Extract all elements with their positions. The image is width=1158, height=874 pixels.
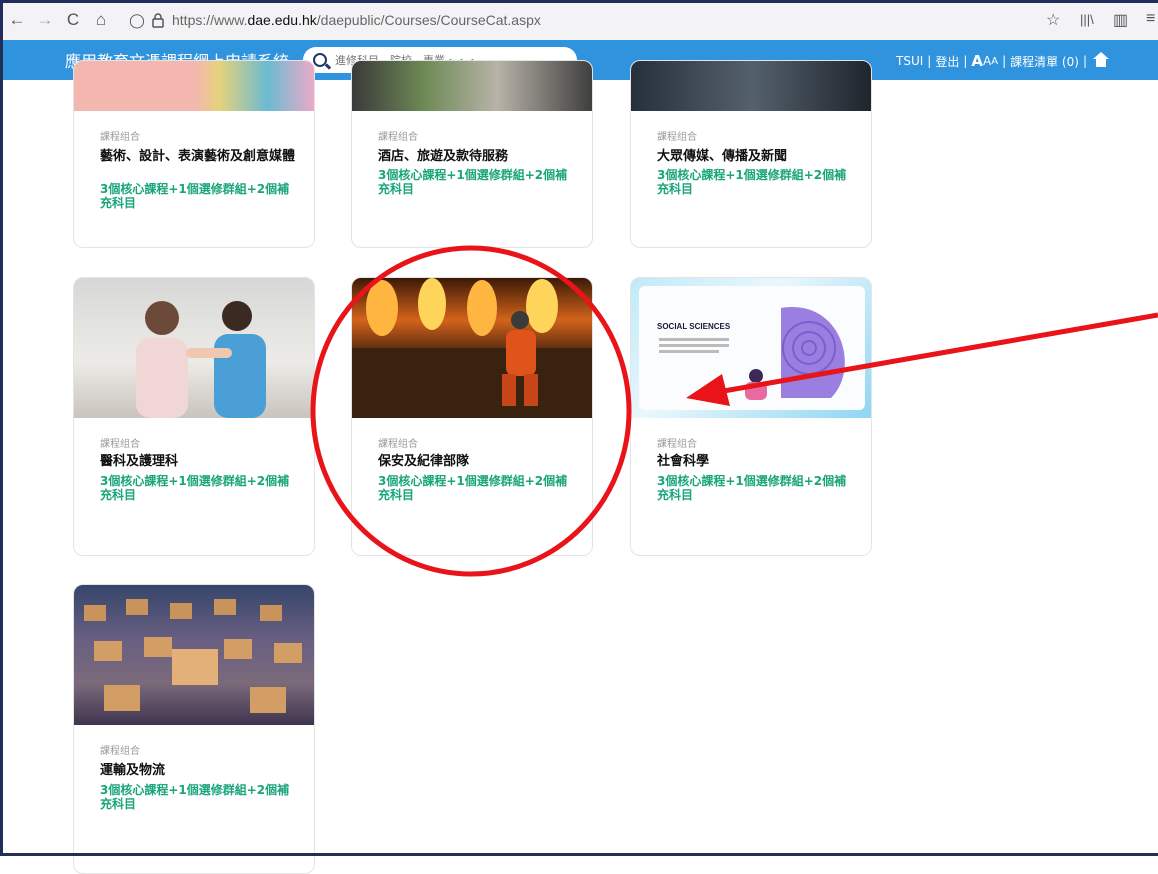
card-title[interactable]: 酒店、旅遊及款待服務: [378, 150, 578, 164]
course-list-link[interactable]: 課程清單 (0): [1010, 53, 1079, 70]
card-subtitle: 3個核心課程+1個選修群組+2個補充科目: [100, 783, 290, 811]
card-title[interactable]: 藝術、設計、表演藝術及創意媒體: [100, 150, 300, 164]
course-card-logistics[interactable]: 課程组合 運輸及物流 3個核心課程+1個選修群組+2個補充科目: [73, 584, 315, 874]
card-category: 課程组合: [378, 132, 418, 143]
user-name: TSUI: [896, 54, 924, 68]
course-card-media[interactable]: 課程组合 大眾傳媒、傳播及新聞 3個核心課程+1個選修群組+2個補充科目: [630, 60, 872, 248]
card-title[interactable]: 運輸及物流: [100, 764, 300, 778]
card-image: [74, 278, 314, 418]
separator: |: [1082, 54, 1087, 68]
card-subtitle: 3個核心課程+1個選修群組+2個補充科目: [100, 182, 290, 210]
sidebar-icon[interactable]: ▥: [1113, 10, 1128, 30]
separator: |: [927, 54, 932, 68]
bookmark-star-icon[interactable]: ☆: [1046, 10, 1060, 30]
course-card-social-sciences[interactable]: SOCIAL SCIENCES 課程组合 社會科學 3個核心課程+1個選修群組+…: [630, 277, 872, 556]
font-size-large-button[interactable]: A: [971, 52, 983, 70]
card-image: [74, 585, 314, 725]
browser-toolbar: ← → C ⌂ ◯ https://www.dae.edu.hk/daepubl…: [0, 0, 1158, 41]
card-category: 課程组合: [100, 132, 140, 143]
header-links: TSUI | 登出 | A A A | 課程清單 (0) |: [896, 52, 1109, 70]
card-category: 課程组合: [657, 132, 697, 143]
reload-icon[interactable]: C: [62, 10, 84, 30]
card-subtitle: 3個核心課程+1個選修群組+2個補充科目: [657, 168, 847, 196]
library-icon[interactable]: |||\: [1080, 12, 1094, 27]
card-title[interactable]: 社會科學: [657, 455, 857, 469]
home-icon[interactable]: [1092, 52, 1109, 67]
card-image: [74, 61, 314, 111]
card-title[interactable]: 大眾傳媒、傳播及新聞: [657, 150, 857, 164]
card-image: [631, 61, 871, 111]
lock-icon[interactable]: [152, 12, 164, 28]
card-image: [352, 61, 592, 111]
card-subtitle: 3個核心課程+1個選修群組+2個補充科目: [378, 168, 568, 196]
logout-link[interactable]: 登出: [935, 53, 959, 70]
social-sciences-illustration: [639, 286, 865, 410]
search-icon[interactable]: [313, 53, 328, 67]
menu-icon[interactable]: ≡: [1146, 10, 1155, 28]
card-image: [352, 278, 592, 418]
tracking-shield-icon[interactable]: ◯: [126, 12, 148, 29]
card-category: 課程组合: [378, 439, 418, 450]
image-caption: SOCIAL SCIENCES: [657, 322, 731, 331]
home-icon[interactable]: ⌂: [90, 10, 112, 30]
address-bar[interactable]: ◯ https://www.dae.edu.hk/daepublic/Cours…: [126, 12, 541, 29]
separator: |: [963, 54, 968, 68]
card-subtitle: 3個核心課程+1個選修群組+2個補充科目: [378, 474, 568, 502]
firefighter-illustration: [352, 278, 592, 418]
card-title[interactable]: 醫科及護理科: [100, 455, 300, 469]
forward-arrow-icon[interactable]: →: [34, 10, 56, 30]
card-subtitle: 3個核心課程+1個選修群組+2個補充科目: [100, 474, 290, 502]
url-text[interactable]: https://www.dae.edu.hk/daepublic/Courses…: [172, 12, 541, 28]
logistics-boxes-illustration: [84, 599, 302, 713]
course-card-hotel[interactable]: 課程组合 酒店、旅遊及款待服務 3個核心課程+1個選修群組+2個補充科目: [351, 60, 593, 248]
course-card-arts[interactable]: 課程组合 藝術、設計、表演藝術及創意媒體 3個核心課程+1個選修群組+2個補充科…: [73, 60, 315, 248]
card-subtitle: 3個核心課程+1個選修群組+2個補充科目: [657, 474, 847, 502]
card-image: SOCIAL SCIENCES: [631, 278, 871, 418]
course-card-security[interactable]: 課程组合 保安及紀律部隊 3個核心課程+1個選修群組+2個補充科目: [351, 277, 593, 556]
card-category: 課程组合: [657, 439, 697, 450]
course-card-medical[interactable]: 課程组合 醫科及護理科 3個核心課程+1個選修群組+2個補充科目: [73, 277, 315, 556]
nurse-illustration: [136, 301, 266, 418]
separator: |: [1002, 54, 1007, 68]
card-category: 課程组合: [100, 746, 140, 757]
card-category: 課程组合: [100, 439, 140, 450]
font-size-medium-button[interactable]: A: [983, 54, 991, 68]
back-arrow-icon[interactable]: ←: [6, 10, 28, 30]
card-title[interactable]: 保安及紀律部隊: [378, 455, 578, 469]
font-size-small-button[interactable]: A: [991, 56, 998, 67]
